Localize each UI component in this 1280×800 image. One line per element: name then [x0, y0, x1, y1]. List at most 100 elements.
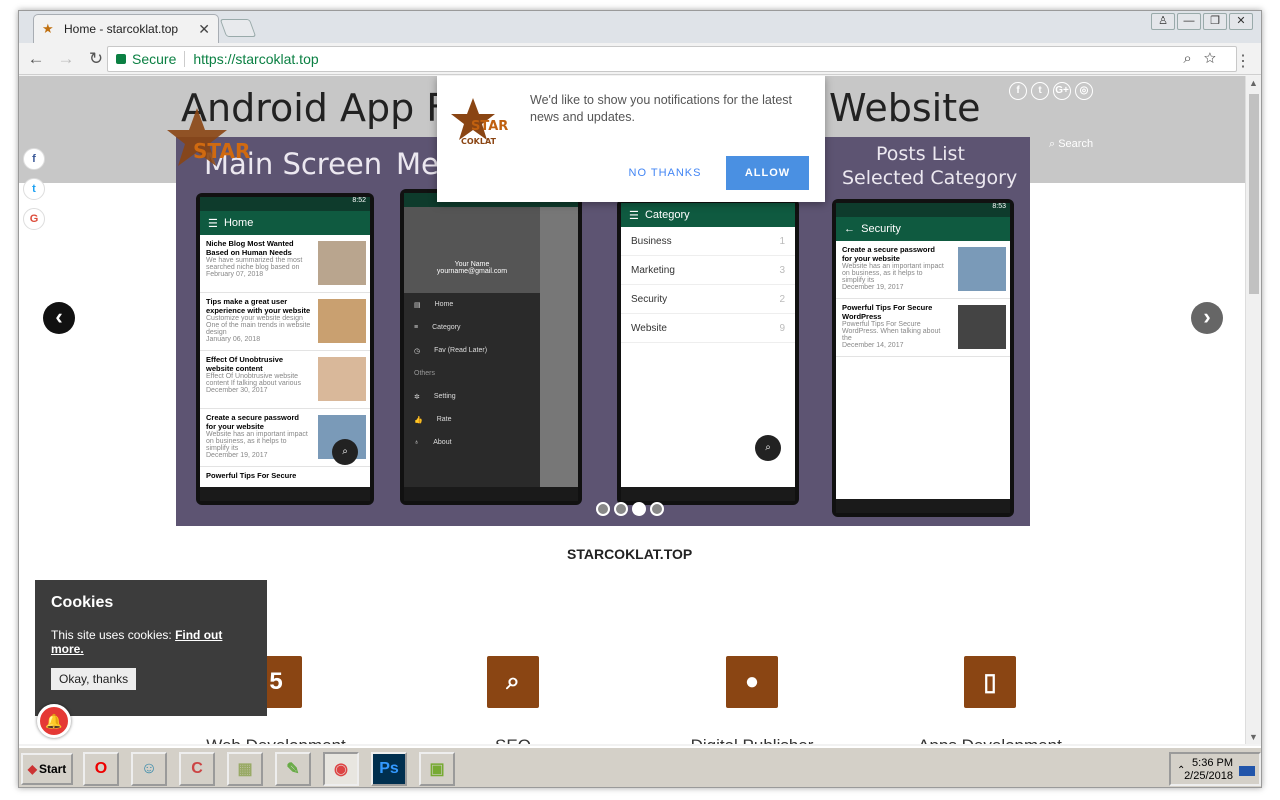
post-thumbnail: [318, 357, 366, 401]
category-name: Website: [631, 322, 667, 334]
category-row[interactable]: Security 2: [621, 285, 795, 314]
tray-expand-icon[interactable]: ⌃: [1177, 764, 1185, 777]
browser-toolbar: ← → ↻ Secure https://starcoklat.top ⌕☆ ⋮: [19, 43, 1261, 75]
page-scrollbar[interactable]: ▲ ▼: [1245, 76, 1261, 744]
twitter-share-icon[interactable]: t: [23, 178, 45, 200]
search-fab-icon[interactable]: ⌕: [755, 435, 781, 461]
post-thumbnail: [958, 305, 1006, 349]
service-label: SEO: [428, 736, 598, 744]
service-digital-publisher[interactable]: ● Digital Publisher: [667, 656, 837, 744]
category-row[interactable]: Marketing 3: [621, 256, 795, 285]
svg-text:STAR: STAR: [471, 119, 508, 134]
post-title: Powerful Tips For Secure WordPress: [842, 303, 933, 321]
messenger-icon[interactable]: ☺: [131, 752, 167, 786]
google-share-icon[interactable]: G: [23, 208, 45, 230]
user-name: Your Name: [454, 261, 490, 268]
slider-dot[interactable]: [614, 502, 628, 516]
drawer-item-home[interactable]: ▤ Home: [404, 293, 540, 316]
ccleaner-icon[interactable]: C: [179, 752, 215, 786]
page-title-end: Website: [829, 86, 981, 130]
notepad-icon[interactable]: ✎: [275, 752, 311, 786]
reload-icon[interactable]: ↻: [83, 49, 109, 69]
category-row[interactable]: Website 9: [621, 314, 795, 343]
maximize-button[interactable]: ❐: [1203, 13, 1227, 30]
drawer-header: Your Name yourname@gmail.com: [404, 207, 540, 293]
scroll-down-icon[interactable]: ▼: [1249, 732, 1258, 742]
menu-icon[interactable]: ⋮: [1235, 51, 1251, 71]
slide-heading-posts: Posts List: [876, 143, 965, 165]
lock-icon: [116, 54, 126, 64]
photoshop-icon[interactable]: Ps: [371, 752, 407, 786]
category-row[interactable]: Business 1: [621, 227, 795, 256]
drawer-item-label: Category: [432, 324, 461, 331]
phone-nav-bar: [621, 487, 795, 501]
notification-bell-icon[interactable]: 🔔: [37, 704, 71, 738]
drawer-item-label: Setting: [433, 393, 456, 400]
search-icon: ⌕: [487, 656, 539, 708]
post-title: Create a secure password for your websit…: [206, 413, 299, 431]
phone-category: ☰ Category Business 1 Marketing 3 Security…: [617, 199, 799, 505]
drawer-item-setting[interactable]: ✲ Setting: [404, 385, 540, 408]
post-date: February 07, 2018: [206, 271, 264, 278]
slider-dots: [596, 502, 664, 516]
list-item: Effect Of Unobtrusive website content Eff…: [200, 351, 370, 409]
status-bar: 8:53: [836, 203, 1010, 217]
forward-icon[interactable]: →: [53, 49, 79, 69]
chrome-icon[interactable]: ◉: [323, 752, 359, 786]
drawer-item-about[interactable]: ♁ About: [404, 431, 540, 454]
new-tab-button[interactable]: [219, 19, 257, 37]
post-title: Tips make a great user experience with y…: [206, 297, 311, 315]
address-bar[interactable]: Secure https://starcoklat.top ⌕☆: [107, 46, 1237, 72]
no-thanks-button[interactable]: NO THANKS: [625, 156, 705, 190]
slider-next-button[interactable]: ›: [1191, 302, 1223, 334]
facebook-share-icon[interactable]: f: [23, 148, 45, 170]
drawer-item-rate[interactable]: 👍 Rate: [404, 408, 540, 431]
drawer-item-fav[interactable]: ◷ Fav (Read Later): [404, 339, 540, 362]
app-bar: ☰ Category: [621, 203, 795, 227]
category-count: 2: [779, 293, 785, 305]
post-date: December 14, 2017: [842, 342, 904, 349]
instagram-icon[interactable]: ◎: [1075, 82, 1093, 100]
post-excerpt: We have summarized the most searched nic…: [206, 257, 303, 271]
divider: [184, 51, 186, 67]
okay-thanks-button[interactable]: Okay, thanks: [51, 668, 137, 690]
start-button[interactable]: ◆ Start: [21, 753, 73, 785]
phone-nav-bar: [836, 499, 1010, 513]
drawer-item-category[interactable]: ≡ Category: [404, 316, 540, 339]
category-name: Marketing: [631, 264, 675, 276]
search-label: Search: [1058, 138, 1094, 150]
twitter-icon[interactable]: t: [1031, 82, 1049, 100]
brand-heading: STARCOKLAT.TOP: [567, 546, 693, 562]
close-window-button[interactable]: ✕: [1229, 13, 1253, 30]
back-icon[interactable]: ←: [23, 49, 49, 69]
drawer-item-label: Rate: [436, 416, 452, 423]
slider-prev-button[interactable]: ‹: [43, 302, 75, 334]
category-name: Business: [631, 235, 672, 247]
tab-title: Home - starcoklat.top: [64, 22, 179, 36]
category-count: 3: [779, 264, 785, 276]
search-fab-icon[interactable]: ⌕: [332, 439, 358, 465]
explorer-icon[interactable]: ▦: [227, 752, 263, 786]
service-seo[interactable]: ⌕ SEO: [428, 656, 598, 744]
minimize-button[interactable]: —: [1177, 13, 1201, 30]
slider-dot[interactable]: [650, 502, 664, 516]
google-plus-icon[interactable]: G+: [1053, 82, 1071, 100]
scrollbar-thumb[interactable]: [1249, 94, 1259, 294]
allow-button[interactable]: ALLOW: [726, 156, 809, 190]
header-search[interactable]: ⌕ Search: [1049, 138, 1093, 151]
nav-drawer: Your Name yourname@gmail.com ▤ Home ≡ Cat…: [404, 207, 540, 487]
browser-tab[interactable]: ★ Home - starcoklat.top ✕: [33, 14, 219, 43]
slider-dot-active[interactable]: [632, 502, 646, 516]
mobile-icon: ▯: [964, 656, 1016, 708]
service-apps-development[interactable]: ▯ Apps Development: [905, 656, 1075, 744]
opera-icon[interactable]: O: [83, 752, 119, 786]
show-desktop-icon[interactable]: [1239, 766, 1255, 776]
slider-dot[interactable]: [596, 502, 610, 516]
drawer-item-label: About: [433, 439, 452, 446]
facebook-icon[interactable]: f: [1009, 82, 1027, 100]
game-icon[interactable]: ▣: [419, 752, 455, 786]
profile-icon[interactable]: ♙: [1151, 13, 1175, 30]
close-tab-icon[interactable]: ✕: [198, 21, 210, 38]
scroll-up-icon[interactable]: ▲: [1249, 78, 1258, 88]
zoom-and-bookmark-icons[interactable]: ⌕☆: [1183, 50, 1228, 67]
